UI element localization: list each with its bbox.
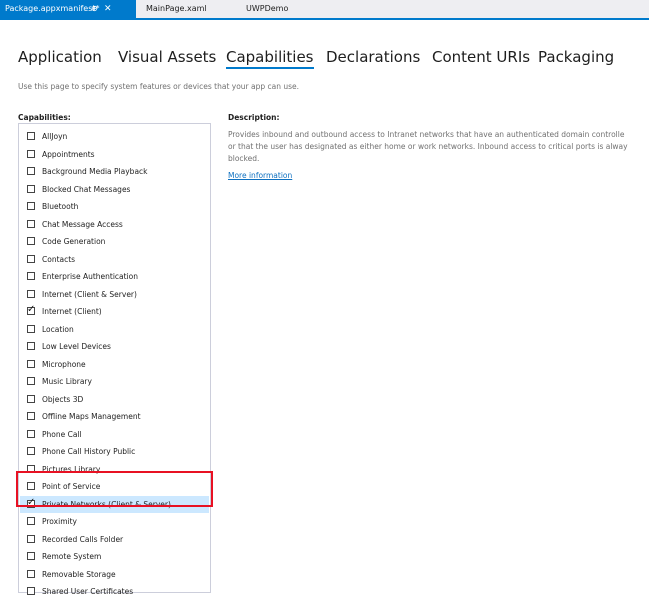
capability-label: Objects 3D xyxy=(42,394,84,404)
pin-icon[interactable]: ⊕ xyxy=(91,0,98,18)
capability-item[interactable]: Proximity xyxy=(20,513,209,530)
capabilities-heading: Capabilities: xyxy=(18,113,71,122)
capability-label: Proximity xyxy=(42,517,77,526)
checkbox[interactable] xyxy=(27,552,35,560)
capability-label: Code Generation xyxy=(42,237,106,246)
tab-content-uris[interactable]: Content URIs xyxy=(432,47,530,67)
capability-item[interactable]: AllJoyn xyxy=(20,128,209,145)
doc-tab-uwpdemo[interactable]: UWPDemo xyxy=(241,0,293,18)
capability-item[interactable]: Phone Call xyxy=(20,426,209,443)
capability-label: Bluetooth xyxy=(42,202,79,211)
doc-tab-package-manifest[interactable]: Package.appxmanifest* ⊕ ✕ xyxy=(0,0,136,18)
capability-item[interactable]: Music Library xyxy=(20,373,209,390)
description-text: Provides inbound and outbound access to … xyxy=(228,129,649,165)
close-icon[interactable]: ✕ xyxy=(104,0,112,18)
doc-tab-label: MainPage.xaml xyxy=(146,4,207,13)
capability-item[interactable]: ✓ Internet (Client) xyxy=(20,303,209,320)
capability-label: Internet (Client) xyxy=(42,307,102,316)
capability-label: Music Library xyxy=(42,377,92,386)
checkbox[interactable] xyxy=(27,237,35,245)
description-line: or that the user has designated as eithe… xyxy=(228,142,628,151)
capability-item[interactable]: Location xyxy=(20,321,209,338)
capability-item[interactable]: Internet (Client & Server) xyxy=(20,286,209,303)
checkbox[interactable] xyxy=(27,202,35,210)
checkmark-icon: ✓ xyxy=(27,304,36,315)
checkbox[interactable] xyxy=(27,429,35,438)
checkbox[interactable] xyxy=(27,377,35,385)
checkbox[interactable] xyxy=(27,324,35,333)
checkbox[interactable] xyxy=(27,447,35,455)
tab-declarations[interactable]: Declarations xyxy=(326,47,420,67)
capability-label: AllJoyn xyxy=(42,132,68,141)
capability-item[interactable]: Enterprise Authentication xyxy=(20,268,209,285)
capability-item[interactable]: Bluetooth xyxy=(20,198,209,215)
capability-label: Blocked Chat Messages xyxy=(42,184,131,194)
capability-label: Location xyxy=(42,324,74,334)
capability-item[interactable]: Background Media Playback xyxy=(20,163,209,180)
capability-item[interactable]: Appointments xyxy=(20,146,209,163)
page-hint: Use this page to specify system features… xyxy=(18,82,300,91)
checkbox[interactable]: ✓ xyxy=(27,304,36,315)
capability-item[interactable]: Low Level Devices xyxy=(20,338,209,355)
capability-label: Contacts xyxy=(42,254,76,264)
capability-label: Removable Storage xyxy=(42,569,116,579)
checkbox[interactable] xyxy=(27,149,35,158)
capability-item[interactable]: Chat Message Access xyxy=(20,216,209,233)
capability-label: Shared User Certificates xyxy=(42,587,134,596)
highlight-annotation xyxy=(16,471,213,507)
capability-label: Chat Message Access xyxy=(42,219,123,229)
checkbox[interactable] xyxy=(27,359,35,368)
more-information-link[interactable]: More information xyxy=(228,171,292,180)
tab-packaging[interactable]: Packaging xyxy=(538,47,614,67)
capability-item[interactable]: Objects 3D xyxy=(20,391,209,408)
checkbox[interactable] xyxy=(27,534,35,543)
checkbox[interactable] xyxy=(27,219,35,228)
checkbox[interactable] xyxy=(27,272,35,280)
checkbox[interactable] xyxy=(27,184,35,193)
doc-tab-mainpage[interactable]: MainPage.xaml xyxy=(141,0,212,18)
checkbox[interactable] xyxy=(27,342,35,350)
capability-item[interactable]: Microphone xyxy=(20,356,209,373)
capability-label: Phone Call xyxy=(42,429,82,439)
capability-item[interactable]: Remote System xyxy=(20,548,209,565)
checkbox[interactable] xyxy=(27,167,35,175)
capability-item[interactable]: Removable Storage xyxy=(20,566,209,583)
capability-label: Internet (Client & Server) xyxy=(42,289,137,299)
capability-item[interactable]: Offline Maps Management xyxy=(20,408,209,425)
capability-label: Offline Maps Management xyxy=(42,412,141,421)
checkbox[interactable] xyxy=(27,569,35,578)
doc-tab-label: Package.appxmanifest* xyxy=(5,4,100,13)
checkbox[interactable] xyxy=(27,517,35,525)
checkbox[interactable] xyxy=(27,254,35,263)
capability-label: Appointments xyxy=(42,149,95,159)
capability-label: Background Media Playback xyxy=(42,167,148,176)
tab-capabilities[interactable]: Capabilities xyxy=(226,47,314,69)
capability-label: Microphone xyxy=(42,359,86,369)
checkbox[interactable] xyxy=(27,394,35,403)
checkbox[interactable] xyxy=(27,587,35,595)
capability-label: Remote System xyxy=(42,552,102,561)
checkbox[interactable] xyxy=(27,412,35,420)
checkbox[interactable] xyxy=(27,289,35,298)
doc-tab-label: UWPDemo xyxy=(246,4,289,13)
capability-item[interactable]: Shared User Certificates xyxy=(20,583,209,600)
checkbox[interactable] xyxy=(27,132,35,140)
tab-application[interactable]: Application xyxy=(18,47,102,67)
capability-item[interactable]: Blocked Chat Messages xyxy=(20,181,209,198)
capability-item[interactable]: Contacts xyxy=(20,251,209,268)
document-tab-strip: Package.appxmanifest* ⊕ ✕ MainPage.xaml … xyxy=(0,0,649,20)
description-line: Provides inbound and outbound access to … xyxy=(228,130,625,139)
capabilities-list[interactable]: AllJoyn Appointments Background Media Play… xyxy=(18,123,211,596)
capability-label: Recorded Calls Folder xyxy=(42,534,124,544)
capability-item[interactable]: Recorded Calls Folder xyxy=(20,531,209,548)
capability-item[interactable]: Code Generation xyxy=(20,233,209,250)
capability-label: Phone Call History Public xyxy=(42,447,136,456)
description-heading: Description: xyxy=(228,113,280,122)
capability-item[interactable]: Phone Call History Public xyxy=(20,443,209,460)
capability-label: Low Level Devices xyxy=(42,342,111,351)
capability-label: Enterprise Authentication xyxy=(42,272,139,281)
tab-visual-assets[interactable]: Visual Assets xyxy=(118,47,216,67)
description-line: blocked. xyxy=(228,154,260,163)
